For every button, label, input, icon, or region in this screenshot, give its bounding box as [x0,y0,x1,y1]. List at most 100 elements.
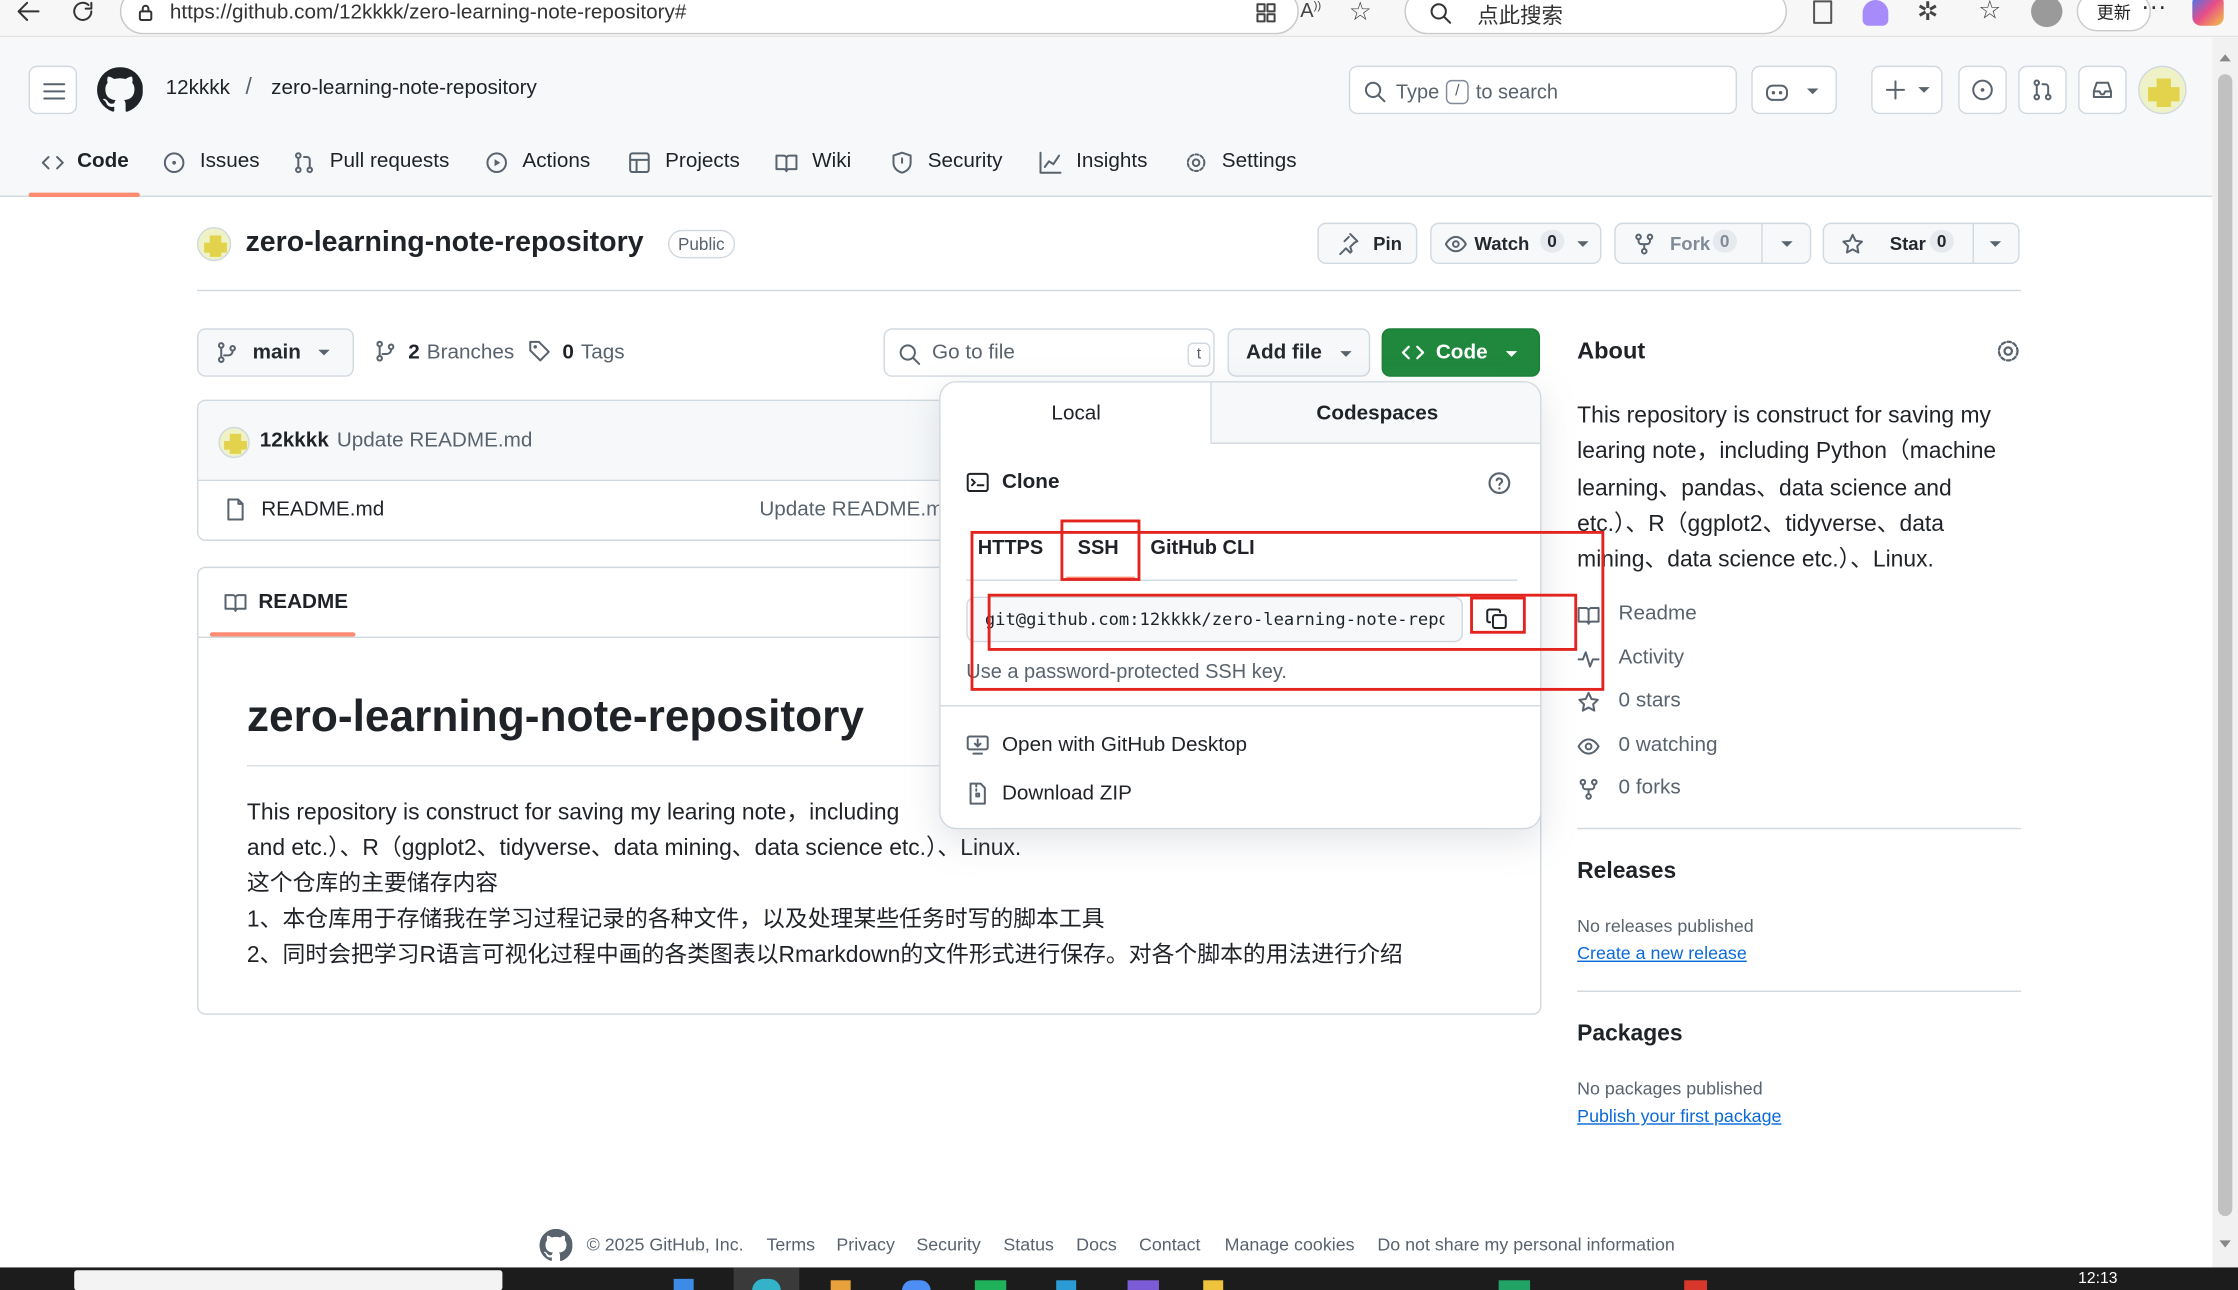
grid-icon[interactable] [1255,1,1278,24]
about-watching-label: 0 watching [1618,733,1718,757]
title-divider [196,289,2022,292]
star-count: 0 [1929,229,1954,253]
global-search-input[interactable]: Type / to search [1348,65,1738,115]
taskbar-app-icon[interactable] [902,1280,931,1290]
file-icon [224,498,247,521]
help-icon[interactable] [1487,471,1511,495]
user-avatar[interactable] [2138,65,2187,115]
chevron-down-icon[interactable] [1778,236,1795,253]
repo-title[interactable]: zero-learning-note-repository [245,227,643,260]
taskbar-app-icon[interactable] [830,1280,851,1290]
back-icon[interactable] [14,0,43,26]
tab-insights-label: Insights [1076,149,1148,173]
star-button[interactable]: Star 0 [1822,222,2020,265]
footer-copyright: © 2025 GitHub, Inc. [586,1234,744,1255]
favorites-icon[interactable]: ☆ [1978,0,2001,26]
more-icon[interactable]: ··· [2141,0,2167,21]
footer-link-manage-cookies[interactable]: Manage cookies [1225,1235,1355,1255]
inbox-button[interactable] [2078,65,2127,115]
footer-link-terms[interactable]: Terms [766,1235,815,1255]
code-button[interactable]: Code [1381,328,1541,377]
open-desktop-item[interactable]: Open with GitHub Desktop [941,725,1540,771]
about-forks-label: 0 forks [1618,776,1681,800]
readme-tab[interactable]: README [209,568,356,637]
releases-title[interactable]: Releases [1577,859,1676,885]
footer-link-privacy[interactable]: Privacy [836,1235,894,1255]
taskbar-app-icon[interactable] [1056,1280,1077,1290]
pull-requests-button[interactable] [2018,65,2067,115]
profile-avatar[interactable] [2031,0,2063,28]
owner-link[interactable]: 12kkkk [166,77,230,100]
browser-search-box[interactable]: 点此搜索 [1404,0,1787,35]
chevron-down-icon [315,344,332,361]
taskbar-app-icon[interactable] [1498,1280,1531,1290]
file-name[interactable]: README.md [261,498,384,521]
github-logo-icon[interactable] [97,67,143,113]
pin-icon [1336,233,1359,256]
chevron-down-icon[interactable] [1987,236,2004,253]
update-button[interactable]: 更新 [2076,0,2151,32]
footer-link-do-not-share[interactable]: Do not share my personal information [1377,1235,1675,1255]
puzzle-icon[interactable]: ✲ [1917,0,1939,27]
footer-link-status[interactable]: Status [1003,1235,1054,1255]
reading-icon[interactable] [1810,0,1836,26]
taskbar-app-icon[interactable] [974,1280,1007,1290]
footer-link-docs[interactable]: Docs [1076,1235,1117,1255]
tab-settings-label: Settings [1221,149,1297,173]
taskbar-app-icon[interactable] [1684,1280,1708,1290]
tab-code[interactable]: Code [28,148,140,197]
taskbar: 12:13 [0,1267,2238,1290]
commit-message[interactable]: Update README.md [337,430,533,453]
taskbar-app-icon[interactable] [1203,1280,1224,1290]
scroll-down-icon[interactable] [2218,1239,2232,1250]
create-new-button[interactable] [1871,65,1943,115]
eye-icon [1444,233,1467,256]
repo-link[interactable]: zero-learning-note-repository [271,77,537,100]
taskbar-app-icon[interactable] [1127,1280,1159,1290]
branch-select[interactable]: main [196,328,354,377]
footer-link-contact[interactable]: Contact [1139,1235,1201,1255]
annotation-box-copy [1470,596,1526,634]
pull-request-icon [293,151,316,174]
tag-icon [528,340,551,363]
issues-button[interactable] [1958,65,2007,115]
file-commit-message[interactable]: Update README.md [759,498,955,521]
taskbar-search[interactable] [74,1270,503,1290]
commit-author[interactable]: 12kkkk [260,430,329,453]
read-aloud-icon[interactable]: A)) [1300,0,1321,21]
fork-button[interactable]: Fork 0 [1614,222,1812,265]
favorite-star-icon[interactable]: ☆ [1349,0,1372,27]
github-footer-logo-icon[interactable] [539,1228,573,1262]
code-icon [1400,341,1426,364]
taskbar-app-icon[interactable] [752,1278,781,1290]
address-bar[interactable]: https://github.com/12kkkk/zero-learning-… [119,0,1372,35]
watch-button[interactable]: Watch 0 [1430,222,1602,265]
add-file-button[interactable]: Add file [1227,328,1371,377]
page-scrollbar[interactable] [2212,37,2238,1268]
commit-author-avatar[interactable] [218,426,250,459]
goto-file-input[interactable]: Go to file t [883,328,1215,377]
menu-button[interactable] [28,65,78,115]
popup-tab-local[interactable]: Local [940,382,1212,444]
popup-tab-codespaces[interactable]: Codespaces [1211,382,1541,444]
footer-link-security[interactable]: Security [916,1235,980,1255]
create-release-link[interactable]: Create a new release [1577,943,1747,963]
taskbar-app-icon[interactable] [673,1278,694,1290]
extension-icon[interactable] [1862,0,1889,26]
gear-icon[interactable] [1995,338,2021,364]
scrollbar-thumb[interactable] [2218,74,2233,1217]
branch-name: main [252,341,301,364]
reload-icon[interactable] [69,0,98,26]
download-zip-item[interactable]: Download ZIP [941,774,1540,820]
copilot-icon[interactable] [2192,0,2224,26]
copilot-button[interactable] [1751,65,1837,115]
scroll-up-icon[interactable] [2218,51,2232,62]
watch-count: 0 [1540,229,1564,253]
branch-icon [216,341,239,364]
sidebar-divider [1577,827,2022,830]
packages-title[interactable]: Packages [1577,1022,1682,1048]
about-description-line: etc.）、R（ggplot2、tidyverse、data [1577,512,1945,537]
publish-package-link[interactable]: Publish your first package [1577,1106,1781,1126]
pin-button[interactable]: Pin [1317,222,1418,265]
releases-none: No releases published [1577,916,1754,937]
